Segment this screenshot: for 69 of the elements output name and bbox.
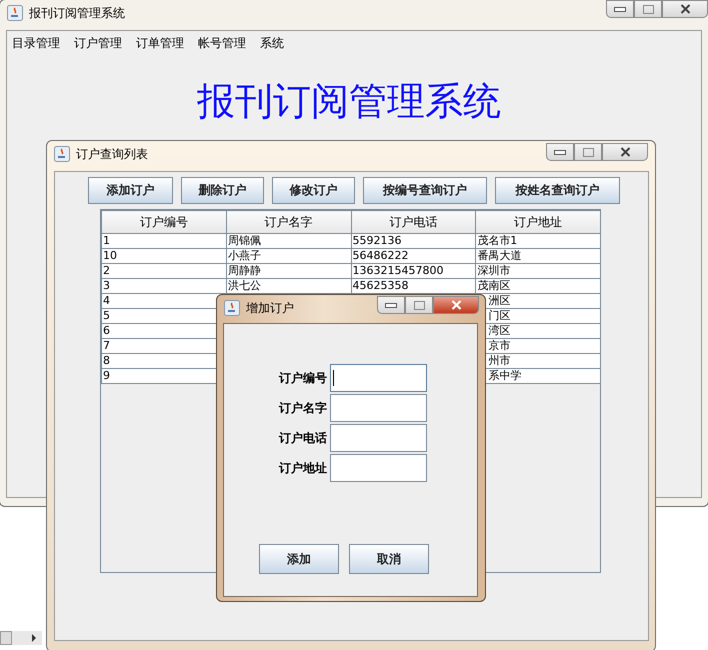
menu-item[interactable]: 目录管理 (12, 35, 60, 52)
input-field[interactable] (330, 364, 427, 392)
table-cell: 7 (103, 340, 110, 352)
table-cell: 茂南区 (477, 280, 510, 292)
window-title: 订户查询列表 (76, 146, 148, 162)
table-cell: 周锦佩 (228, 234, 261, 247)
maximize-button[interactable] (405, 296, 433, 314)
menu-item[interactable]: 订单管理 (136, 35, 184, 52)
table-cell: 9 (103, 370, 110, 382)
toolbar-button[interactable]: 按姓名查询订户 (495, 177, 620, 204)
table-cell: 5592136 (352, 234, 402, 247)
close-icon (680, 4, 690, 14)
menu-item[interactable]: 订户管理 (74, 35, 122, 52)
table-cell: 8 (103, 354, 110, 367)
menu-item[interactable]: 帐号管理 (198, 35, 246, 52)
column-header[interactable]: 订户电话 (351, 210, 476, 234)
window-title: 报刊订阅管理系统 (29, 4, 125, 22)
toolbar-button[interactable]: 添加订户 (88, 177, 173, 204)
toolbar-button[interactable]: 修改订户 (272, 177, 355, 204)
field-label: 订户编号 (278, 370, 327, 386)
maximize-button[interactable] (574, 143, 602, 161)
table-cell: 45625358 (352, 280, 408, 292)
app-heading: 报刊订阅管理系统 (196, 78, 502, 125)
table-cell: 洪七公 (228, 280, 261, 292)
maximize-button[interactable] (634, 0, 662, 18)
dialog-button[interactable]: 取消 (349, 544, 429, 574)
window-title: 增加订户 (246, 300, 294, 316)
close-button[interactable] (662, 0, 708, 18)
field-label: 订户电话 (278, 430, 327, 446)
table-cell: 洲区 (488, 294, 510, 307)
scrollbar-drawing (0, 631, 42, 645)
table-cell: 番禺大道 (477, 250, 522, 262)
close-button[interactable] (602, 143, 648, 161)
column-header[interactable]: 订户编号 (102, 210, 226, 234)
toolbar-button[interactable]: 按编号查询订户 (363, 177, 487, 204)
minimize-button[interactable] (546, 143, 574, 161)
table-cell: 茂名市1 (477, 234, 518, 247)
close-icon (450, 300, 462, 310)
minimize-button[interactable] (606, 0, 634, 18)
table-cell: 京市 (488, 340, 510, 352)
column-header[interactable]: 订户名字 (226, 210, 351, 234)
table-cell: 1363215457800 (352, 264, 444, 277)
close-button[interactable] (433, 296, 479, 314)
table-cell: 3 (103, 280, 110, 292)
menu-item[interactable]: 系统 (260, 35, 284, 52)
table-cell: 湾区 (488, 324, 510, 337)
table-cell: 州市 (488, 354, 510, 367)
table-cell: 小燕子 (228, 250, 261, 262)
field-label: 订户地址 (278, 460, 327, 476)
toolbar-button[interactable]: 删除订户 (181, 177, 264, 204)
table-cell: 4 (103, 294, 110, 307)
input-field[interactable] (330, 424, 427, 452)
minimize-button[interactable] (377, 296, 405, 314)
input-field[interactable] (330, 454, 427, 482)
dialog-button[interactable]: 添加 (259, 544, 339, 574)
table-cell: 系中学 (488, 370, 522, 382)
table-cell: 10 (103, 250, 117, 262)
table-cell: 56486222 (352, 250, 408, 262)
table-cell: 深圳市 (477, 264, 510, 277)
column-header[interactable]: 订户地址 (476, 210, 600, 234)
field-label: 订户名字 (278, 400, 327, 416)
table-cell: 门区 (488, 310, 510, 322)
table-cell: 5 (103, 310, 110, 322)
close-icon (620, 147, 630, 157)
table-cell: 6 (103, 324, 110, 337)
table-cell: 1 (103, 234, 110, 247)
table-cell: 2 (103, 264, 110, 277)
table-cell: 周静静 (228, 264, 261, 277)
input-field[interactable] (330, 394, 427, 422)
